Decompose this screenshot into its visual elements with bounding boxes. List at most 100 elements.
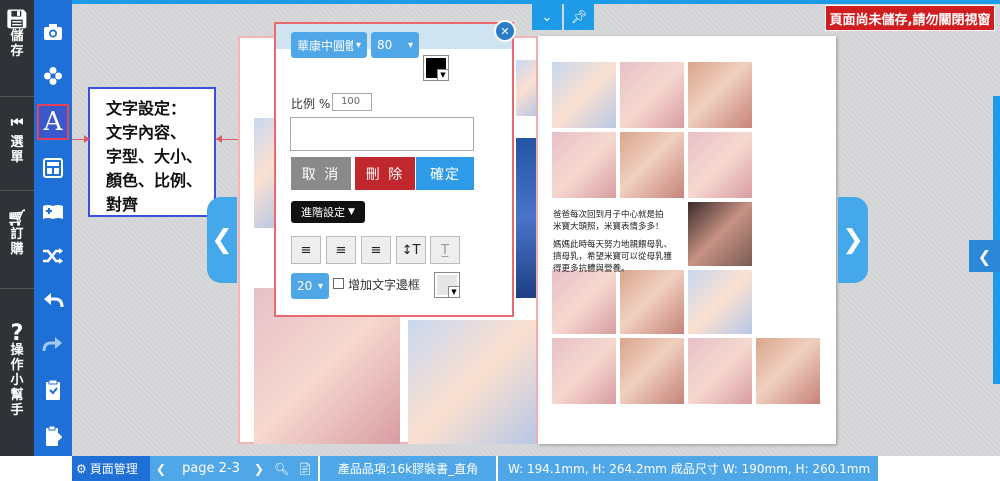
add-album-icon[interactable]: [37, 196, 69, 228]
pin-icon: 📌︎: [570, 9, 588, 25]
help-label-1: 操: [10, 343, 24, 358]
photo[interactable]: [620, 132, 684, 198]
align-left-button[interactable]: ≡: [291, 236, 321, 264]
save-label-2: 存: [10, 44, 24, 59]
size-select[interactable]: 80 ▾: [371, 32, 419, 58]
layout-icon[interactable]: [37, 152, 69, 184]
line-size-value: 20: [297, 279, 313, 293]
arrow-head: [84, 135, 90, 143]
text-baseline-icon: T̲: [441, 242, 449, 258]
size-info: W: 194.1mm, H: 264.2mm 成品尺寸 W: 190mm, H:…: [498, 456, 878, 481]
photo[interactable]: [620, 270, 684, 334]
close-icon: ✕: [500, 24, 510, 38]
border-checkbox[interactable]: [333, 278, 344, 289]
caption-line: 米寶大頭照，米寶表情多多！: [553, 222, 664, 232]
open-side-panel-button[interactable]: ❮: [969, 240, 1000, 272]
font-select[interactable]: 華康中圓體 ▾: [291, 32, 367, 58]
vertical-text-button[interactable]: ↕T: [396, 236, 426, 264]
photo[interactable]: [552, 270, 616, 334]
advanced-label: 進階設定: [301, 206, 346, 219]
callout-line: 文字設定：: [106, 99, 187, 118]
confirm-button[interactable]: 確定: [416, 157, 474, 190]
photo[interactable]: [688, 338, 752, 404]
photo[interactable]: [620, 338, 684, 404]
align-center-button[interactable]: ≡: [326, 236, 356, 264]
photo[interactable]: [408, 320, 536, 444]
text-settings-callout: 文字設定： 文字內容、 字型、大小、 顏色、比例、 對齊: [88, 87, 216, 217]
zoom-icon[interactable]: 🔍︎: [274, 462, 289, 476]
line-size-select[interactable]: 20 ▾: [291, 273, 329, 299]
callout-line: 顏色、比例、: [106, 171, 203, 190]
clipboard-icon[interactable]: [37, 420, 69, 452]
unsaved-warning: 頁面尚未儲存,請勿關閉視窗: [825, 5, 995, 31]
collapse-toolbar-button[interactable]: ⌄: [532, 4, 562, 30]
chevron-down-icon: ⌄: [541, 9, 553, 25]
flower-icon[interactable]: [37, 60, 69, 92]
align-left-icon: ≡: [300, 242, 312, 258]
help-label-2: 作: [10, 358, 24, 373]
page-caption[interactable]: 爸爸每次回到月子中心就是拍 米寶大頭照，米寶表情多多！ 媽媽此時每天努力地親餵母…: [553, 209, 703, 275]
chevron-right-icon: ❯: [842, 225, 864, 255]
photo[interactable]: [688, 132, 752, 198]
photo[interactable]: [688, 62, 752, 128]
advanced-settings-button[interactable]: 進階設定 ▼: [291, 201, 365, 223]
page-indicator: page 2-3: [182, 461, 240, 476]
photo[interactable]: [552, 132, 616, 198]
vertical-text-icon: ↕T: [401, 242, 421, 258]
caption-line: 擠母乳，希望米寶可以從母乳獲: [553, 252, 673, 262]
help-label-4: 幫: [10, 388, 24, 403]
question-icon: ?: [10, 321, 24, 346]
undo-icon[interactable]: [37, 284, 69, 316]
shuffle-icon[interactable]: [37, 240, 69, 272]
prev-page-button[interactable]: ❮: [207, 197, 237, 283]
help-label-5: 手: [10, 403, 24, 418]
photo[interactable]: [516, 60, 536, 116]
photo[interactable]: [756, 338, 820, 404]
rail-divider: [0, 288, 34, 289]
help-label-3: 小: [10, 373, 24, 388]
chevron-down-icon: ▾: [317, 280, 323, 292]
menu-label-2: 單: [10, 150, 24, 165]
save-icon: 💾︎: [5, 9, 29, 30]
next-page-button[interactable]: ❯: [838, 197, 868, 283]
photo[interactable]: [552, 62, 616, 128]
text-baseline-button[interactable]: T̲: [430, 236, 460, 264]
text-content-input[interactable]: [290, 117, 474, 151]
help-button[interactable]: ? 操 作 小 幫 手: [0, 321, 34, 419]
text-icon[interactable]: A: [37, 104, 69, 140]
ratio-input[interactable]: 100: [332, 93, 372, 111]
rewind-icon: ⏮︎: [10, 115, 24, 131]
menu-button[interactable]: ⏮︎ 選 單: [0, 115, 34, 166]
callout-line: 字型、大小、: [106, 147, 203, 166]
photo[interactable]: [620, 62, 684, 128]
next-page-icon[interactable]: ❯: [254, 462, 264, 476]
pin-button[interactable]: 📌︎: [564, 4, 594, 30]
photo[interactable]: [688, 270, 752, 334]
align-right-icon: ≡: [370, 242, 382, 258]
chevron-down-icon: ▼: [448, 286, 459, 297]
text-color-picker[interactable]: ▼: [423, 55, 449, 81]
page-manage-button[interactable]: ⚙ 頁面管理: [72, 456, 152, 481]
cancel-button[interactable]: 取 消: [291, 157, 351, 190]
caption-line: 得更多抗體與營養。: [553, 264, 630, 274]
prev-page-icon[interactable]: ❮: [156, 462, 166, 476]
border-color-picker[interactable]: ▼: [434, 272, 460, 298]
photo[interactable]: [254, 118, 276, 228]
left-rail: 💾︎ 儲 存 ⏮︎ 選 單 🛒︎ 訂 購 ? 操 作 小 幫 手: [0, 0, 34, 456]
size-select-value: 80: [377, 38, 393, 52]
photo[interactable]: [552, 338, 616, 404]
redo-icon[interactable]: [37, 328, 69, 360]
ratio-label: 比例 %: [291, 97, 331, 111]
page-icon[interactable]: 📄︎: [297, 462, 312, 476]
chevron-left-icon: ❮: [211, 225, 233, 255]
cart-icon: 🛒︎: [6, 208, 28, 227]
close-dialog-button[interactable]: ✕: [494, 20, 516, 42]
paste-icon[interactable]: [37, 374, 69, 406]
align-center-icon: ≡: [335, 242, 347, 258]
order-button[interactable]: 🛒︎ 訂 購: [0, 208, 34, 258]
align-right-button[interactable]: ≡: [361, 236, 391, 264]
save-button[interactable]: 💾︎ 儲 存: [0, 9, 34, 60]
delete-button[interactable]: 刪 除: [355, 157, 415, 190]
camera-icon[interactable]: [37, 16, 69, 48]
photo[interactable]: [516, 138, 536, 298]
